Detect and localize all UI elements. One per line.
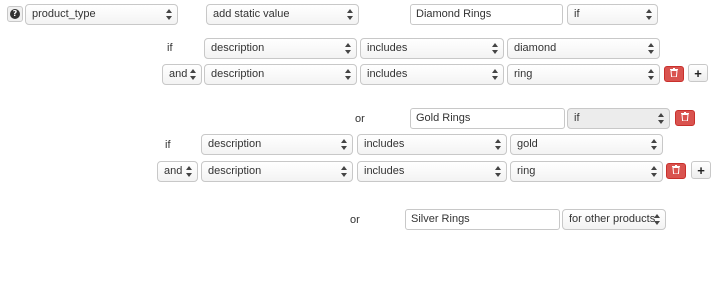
field-select[interactable]: product_type bbox=[25, 4, 178, 25]
delete-condition-button[interactable] bbox=[664, 66, 684, 82]
select-arrows-icon bbox=[347, 9, 353, 20]
if-label: if bbox=[167, 42, 173, 54]
select-arrows-icon bbox=[341, 166, 347, 177]
connector-select[interactable]: and bbox=[162, 64, 202, 85]
select-arrows-icon bbox=[345, 43, 351, 54]
select-arrows-icon bbox=[654, 214, 660, 225]
help-icon[interactable]: ? bbox=[7, 6, 23, 22]
result-value-input[interactable]: Gold Rings bbox=[410, 108, 565, 129]
select-arrows-icon bbox=[492, 69, 498, 80]
add-condition-button[interactable]: + bbox=[691, 161, 711, 179]
condition-value-select[interactable]: ring bbox=[510, 161, 663, 182]
select-arrows-icon bbox=[190, 69, 196, 80]
condition-operator-select[interactable]: includes bbox=[357, 134, 507, 155]
select-arrows-icon bbox=[495, 139, 501, 150]
select-arrows-icon bbox=[495, 166, 501, 177]
condition-field-select[interactable]: description bbox=[204, 64, 357, 85]
condition-operator-select[interactable]: includes bbox=[360, 64, 504, 85]
condition-value-select[interactable]: ring bbox=[507, 64, 660, 85]
select-arrows-icon bbox=[651, 139, 657, 150]
or-label: or bbox=[355, 113, 365, 125]
result-value-input[interactable]: Silver Rings bbox=[405, 209, 560, 230]
delete-group-button[interactable] bbox=[675, 110, 695, 126]
or-label: or bbox=[350, 214, 360, 226]
trash-icon bbox=[672, 165, 680, 177]
delete-condition-button[interactable] bbox=[666, 163, 686, 179]
select-arrows-icon bbox=[646, 9, 652, 20]
action-select[interactable]: add static value bbox=[206, 4, 359, 25]
condition-select[interactable]: if bbox=[567, 4, 658, 25]
select-arrows-icon bbox=[186, 166, 192, 177]
connector-select[interactable]: and bbox=[157, 161, 198, 182]
add-condition-button[interactable]: + bbox=[688, 64, 708, 82]
condition-field-select[interactable]: description bbox=[204, 38, 357, 59]
if-label: if bbox=[165, 139, 171, 151]
trash-icon bbox=[681, 112, 689, 124]
condition-field-select[interactable]: description bbox=[201, 161, 353, 182]
select-arrows-icon bbox=[345, 69, 351, 80]
select-arrows-icon bbox=[648, 43, 654, 54]
condition-operator-select[interactable]: includes bbox=[360, 38, 504, 59]
condition-value-select[interactable]: diamond bbox=[507, 38, 660, 59]
select-arrows-icon bbox=[341, 139, 347, 150]
select-arrows-icon bbox=[166, 9, 172, 20]
condition-value-select[interactable]: gold bbox=[510, 134, 663, 155]
result-value-input[interactable]: Diamond Rings bbox=[410, 4, 563, 25]
select-arrows-icon bbox=[648, 69, 654, 80]
condition-select[interactable]: for other products bbox=[562, 209, 666, 230]
condition-field-select[interactable]: description bbox=[201, 134, 353, 155]
condition-select[interactable]: if bbox=[567, 108, 670, 129]
select-arrows-icon bbox=[651, 166, 657, 177]
select-arrows-icon bbox=[658, 113, 664, 124]
select-arrows-icon bbox=[492, 43, 498, 54]
trash-icon bbox=[670, 68, 678, 80]
condition-operator-select[interactable]: includes bbox=[357, 161, 507, 182]
